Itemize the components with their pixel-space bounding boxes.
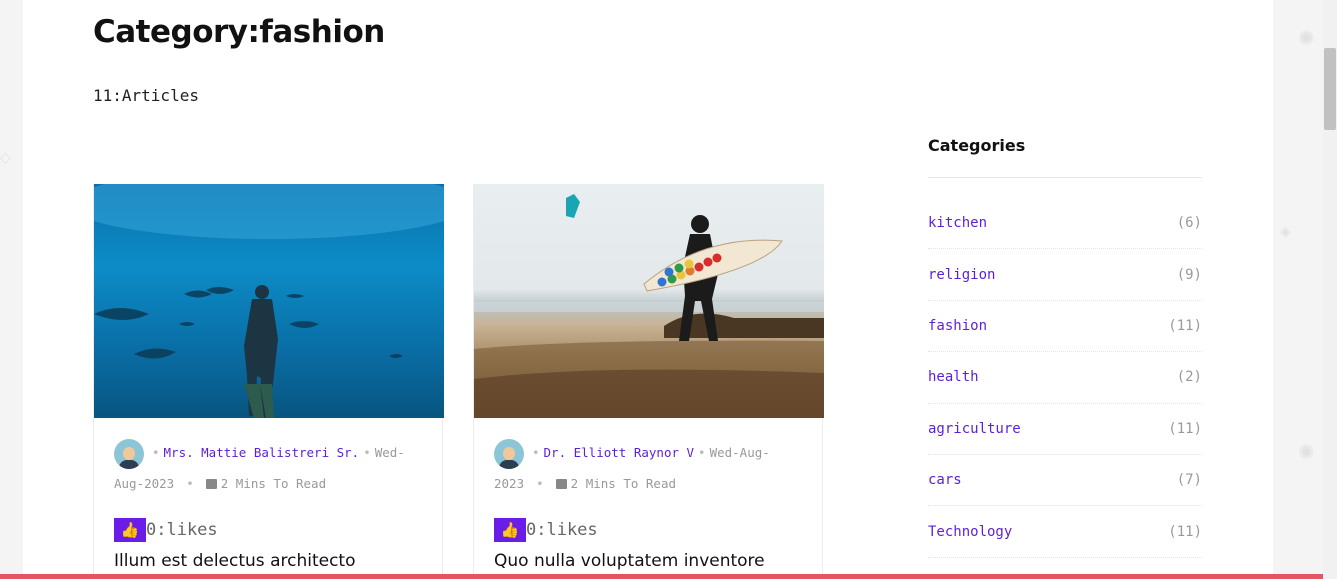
categories-sidebar: Categories kitchen (6) religion (9) fashio… xyxy=(928,136,1202,558)
author-link[interactable]: Mrs. Mattie Balistreri Sr. xyxy=(164,445,360,460)
category-count: (11) xyxy=(1168,317,1202,334)
main-content: Category:fashion 11:Articles • Mrs. Matt… xyxy=(23,0,1273,579)
category-item-agriculture[interactable]: agriculture (11) xyxy=(928,404,1202,455)
thumbs-up-icon[interactable]: 👍 xyxy=(494,518,526,542)
category-item-fashion[interactable]: fashion (11) xyxy=(928,301,1202,353)
category-item-cars[interactable]: cars (7) xyxy=(928,455,1202,507)
category-name[interactable]: Technology xyxy=(928,524,1012,540)
article-title[interactable]: Quo nulla voluptatem inventore xyxy=(494,551,765,571)
category-name[interactable]: health xyxy=(928,369,979,385)
thumbs-up-icon[interactable]: 👍 xyxy=(114,518,146,542)
article-meta: • Mrs. Mattie Balistreri Sr. • Wed-Aug-2023… xyxy=(114,438,429,498)
category-item-technology[interactable]: Technology (11) xyxy=(928,506,1202,558)
scrollbar-thumb[interactable] xyxy=(1324,48,1336,130)
category-count: (9) xyxy=(1176,266,1202,283)
page-title: Category:fashion xyxy=(93,14,385,50)
likes: 👍 0:likes xyxy=(114,518,218,542)
background-bulb-icon: ✺ xyxy=(1298,26,1315,50)
author-avatar xyxy=(494,438,524,469)
article-card[interactable]: • Dr. Elliott Raynor V • Wed-Aug-2023 • 2 Min… xyxy=(473,184,824,579)
category-count: (11) xyxy=(1168,523,1202,540)
underwater-diver-photo[interactable] xyxy=(94,184,444,418)
category-name[interactable]: fashion xyxy=(928,318,987,334)
vertical-scrollbar[interactable] xyxy=(1323,0,1337,579)
read-time: 2 Mins To Read xyxy=(570,475,676,491)
category-count: (6) xyxy=(1176,215,1202,232)
category-count: (11) xyxy=(1168,420,1202,437)
likes-count: 0:likes xyxy=(146,520,218,540)
category-count: (7) xyxy=(1176,472,1202,489)
article-meta: • Dr. Elliott Raynor V • Wed-Aug-2023 • 2 Min… xyxy=(494,438,809,498)
category-item-kitchen[interactable]: kitchen (6) xyxy=(928,198,1202,250)
read-time: 2 Mins To Read xyxy=(220,475,327,491)
article-card[interactable]: • Mrs. Mattie Balistreri Sr. • Wed-Aug-2023… xyxy=(93,184,444,579)
likes-count: 0:likes xyxy=(526,520,598,540)
article-count: 11:Articles xyxy=(93,86,199,105)
author-avatar xyxy=(114,438,144,469)
article-title[interactable]: Illum est delectus architecto xyxy=(114,551,355,571)
category-name[interactable]: kitchen xyxy=(928,215,987,231)
surfer-on-beach-photo[interactable] xyxy=(474,184,824,418)
background-tag-icon: ◇ xyxy=(0,150,11,166)
bottom-accent-bar xyxy=(0,574,1323,579)
book-icon xyxy=(555,479,567,489)
likes: 👍 0:likes xyxy=(494,518,598,542)
category-name[interactable]: cars xyxy=(928,472,962,488)
category-item-religion[interactable]: religion (9) xyxy=(928,249,1202,301)
sidebar-title: Categories xyxy=(928,136,1202,178)
background-diamond-icon: ◈ xyxy=(1280,224,1291,240)
background-bulb-icon: ✺ xyxy=(1298,440,1315,464)
category-list: kitchen (6) religion (9) fashion (11) healt… xyxy=(928,198,1202,558)
category-item-health[interactable]: health (2) xyxy=(928,352,1202,404)
author-link[interactable]: Dr. Elliott Raynor V xyxy=(544,445,695,460)
category-name[interactable]: religion xyxy=(928,267,995,283)
book-icon xyxy=(205,479,217,489)
category-name[interactable]: agriculture xyxy=(928,421,1021,437)
category-count: (2) xyxy=(1176,369,1202,386)
